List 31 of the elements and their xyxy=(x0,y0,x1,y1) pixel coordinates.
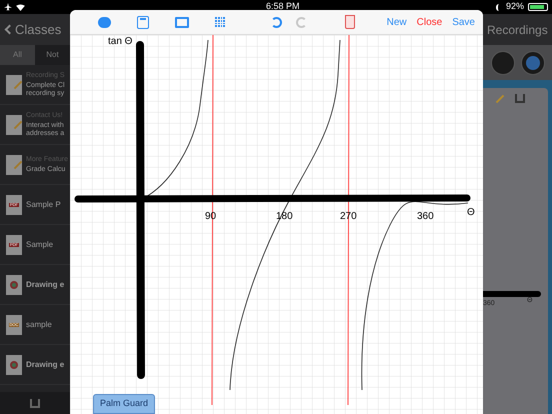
item-title: Drawing e xyxy=(26,358,64,370)
recordings-title: Recordings xyxy=(487,22,548,38)
segment-tab[interactable]: Not xyxy=(35,45,70,65)
toolbar-action[interactable]: Save xyxy=(452,14,475,30)
item-title: Sample xyxy=(26,238,54,250)
text-tool-icon[interactable] xyxy=(137,16,149,28)
file-icon xyxy=(6,274,22,294)
item-title: Sample P xyxy=(26,198,61,210)
file-icon xyxy=(6,354,22,374)
list-item[interactable]: Drawing e xyxy=(0,345,70,385)
battery-icon xyxy=(528,3,548,11)
graph-label: Θ xyxy=(467,208,475,218)
toolbar-action[interactable]: Close xyxy=(416,14,442,30)
battery-percentage: 92% xyxy=(506,0,524,14)
item-title: Drawing e xyxy=(26,278,64,290)
list-item[interactable]: Drawing e xyxy=(0,265,70,305)
airplane-icon xyxy=(4,3,12,11)
file-icon xyxy=(6,114,22,134)
image-icon[interactable] xyxy=(175,16,189,28)
status-time: 6:58 PM xyxy=(266,0,300,14)
trash-icon[interactable] xyxy=(345,15,355,29)
palm-guard-button[interactable]: Palm Guard xyxy=(93,394,156,414)
wifi-icon xyxy=(16,4,25,10)
undo-icon[interactable] xyxy=(271,16,282,28)
graph-label: 360 xyxy=(417,212,434,222)
file-icon xyxy=(6,74,22,94)
file-icon xyxy=(6,154,22,174)
item-title: sample xyxy=(26,318,52,330)
toolbar-action[interactable]: New xyxy=(386,14,407,30)
graph-label: tan Θ xyxy=(108,37,132,47)
grid-icon[interactable] xyxy=(215,17,225,27)
